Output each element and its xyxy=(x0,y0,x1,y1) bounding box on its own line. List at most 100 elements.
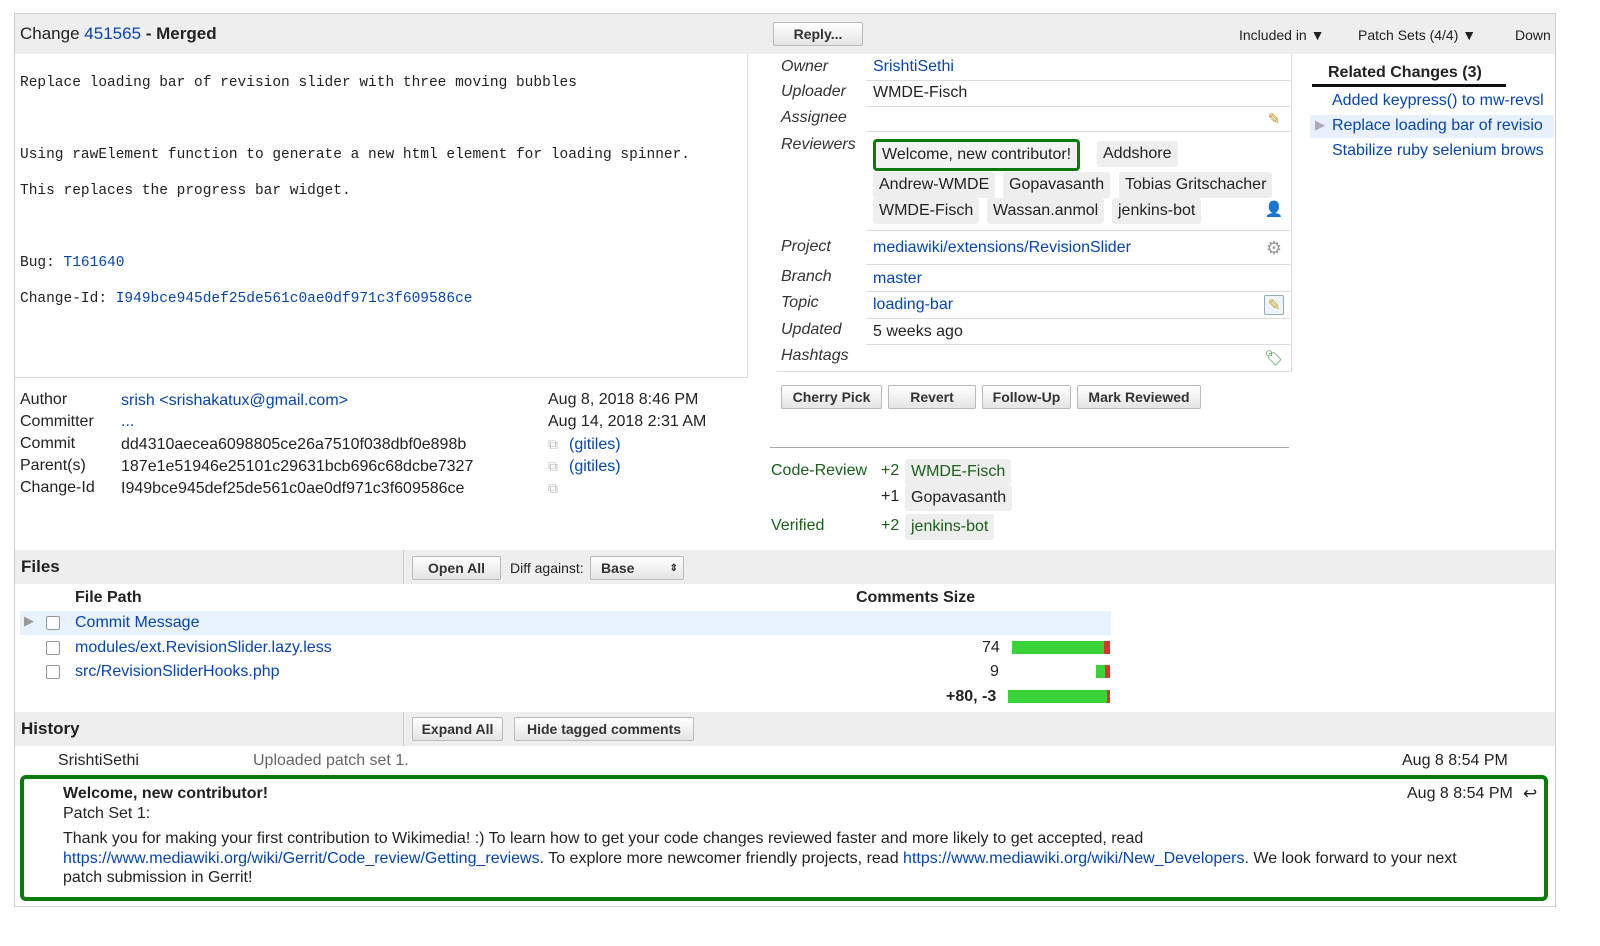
reviewed-checkbox[interactable] xyxy=(46,616,60,630)
message-text: . To explore more newcomer friendly proj… xyxy=(539,849,899,867)
divider xyxy=(403,712,404,746)
committer-date: Aug 14, 2018 2:31 AM xyxy=(548,413,707,430)
follow-up-button[interactable]: Follow-Up xyxy=(982,385,1071,409)
diff-against-value: Base xyxy=(601,560,635,576)
updated-value: 5 weeks ago xyxy=(873,323,963,340)
message-author[interactable]: SrishtiSethi xyxy=(58,752,139,770)
bug-label: Bug: xyxy=(20,255,55,271)
patch-sets-dropdown[interactable]: Patch Sets (4/4) ▼ xyxy=(1358,27,1476,43)
message-text: Thank you for making your first contribu… xyxy=(63,830,1144,847)
owner-link[interactable]: SrishtiSethi xyxy=(873,58,954,76)
parent-hash: 187e1e51946e25101c29631bcb696c68dcbe7327 xyxy=(121,458,474,475)
history-header: History xyxy=(15,712,1555,746)
reviewer-chip[interactable]: Addshore xyxy=(1097,141,1178,167)
verified-label: Verified xyxy=(771,517,825,534)
add-reviewer-icon[interactable]: 👤 xyxy=(1264,200,1284,220)
diff-against-select[interactable]: Base ⇕ xyxy=(590,556,684,580)
message-author[interactable]: Welcome, new contributor! xyxy=(63,785,268,803)
size-bar-added xyxy=(1012,641,1104,654)
file-link[interactable]: modules/ext.RevisionSlider.lazy.less xyxy=(75,639,332,657)
gitiles-link[interactable]: (gitiles) xyxy=(569,436,621,454)
vote-user-chip[interactable]: jenkins-bot xyxy=(905,514,995,540)
author-label: Author xyxy=(20,391,68,408)
reviewer-chip[interactable]: Gopavasanth xyxy=(1003,172,1111,198)
uploader-value: WMDE-Fisch xyxy=(873,84,968,101)
vote-user-chip[interactable]: WMDE-Fisch xyxy=(905,459,1012,485)
size-bar-removed xyxy=(1104,641,1110,654)
reviewer-chip[interactable]: Welcome, new contributor! xyxy=(873,139,1081,171)
message-link[interactable]: https://www.mediawiki.org/wiki/Gerrit/Co… xyxy=(63,850,540,867)
changeid-label: Change-Id: xyxy=(20,291,108,307)
author-date: Aug 8, 2018 8:46 PM xyxy=(548,391,699,408)
parents-label: Parent(s) xyxy=(20,457,86,474)
project-link[interactable]: mediawiki/extensions/RevisionSlider xyxy=(873,239,1131,257)
total-bar-removed xyxy=(1107,690,1110,703)
message-body: Thank you for making your first contribu… xyxy=(63,829,1543,888)
owner-label: Owner xyxy=(781,58,829,75)
change-number-link[interactable]: 451565 xyxy=(84,24,141,43)
commit-message: Replace loading bar of revision slider w… xyxy=(20,56,690,326)
included-in-dropdown[interactable]: Included in ▼ xyxy=(1239,27,1324,43)
copy-icon[interactable]: ⧉ xyxy=(548,480,558,497)
cherry-pick-button[interactable]: Cherry Pick xyxy=(781,385,882,409)
reviewed-checkbox[interactable] xyxy=(46,665,60,679)
hide-tagged-comments-button[interactable]: Hide tagged comments xyxy=(514,717,694,741)
files-header: Files xyxy=(15,550,1555,584)
expand-all-button[interactable]: Expand All xyxy=(412,717,503,741)
edit-topic-icon[interactable]: ✎ xyxy=(1264,295,1284,315)
related-change-link[interactable]: Stabilize ruby selenium brows xyxy=(1332,142,1544,160)
revert-button[interactable]: Revert xyxy=(888,385,976,409)
edit-assignee-icon[interactable]: ✎ xyxy=(1264,110,1284,130)
vote-score: +1 xyxy=(881,488,900,505)
commit-hash: dd4310aecea6098805ce26a7510f038dbf0e898b xyxy=(121,436,467,453)
commit-subject: Replace loading bar of revision slider w… xyxy=(20,75,577,91)
file-size: 74 xyxy=(982,639,1000,656)
add-hashtag-icon[interactable]: 🏷 xyxy=(1264,349,1284,369)
author-link[interactable]: srish <srishakatux@gmail.com> xyxy=(121,392,348,410)
message-patchset: Patch Set 1: xyxy=(63,805,151,822)
reply-arrow-icon[interactable]: ↩ xyxy=(1523,784,1537,804)
divider xyxy=(403,550,404,584)
copy-icon[interactable]: ⧉ xyxy=(548,436,558,453)
message-link[interactable]: https://www.mediawiki.org/wiki/New_Devel… xyxy=(903,850,1244,867)
related-changes-title[interactable]: Related Changes (3) xyxy=(1328,64,1482,82)
reviewer-chip[interactable]: jenkins-bot xyxy=(1112,198,1202,224)
gitiles-link[interactable]: (gitiles) xyxy=(569,458,621,476)
reply-button[interactable]: Reply... xyxy=(773,22,863,46)
vote-score: +2 xyxy=(881,462,900,479)
gear-icon[interactable]: ⚙ xyxy=(1264,238,1284,258)
file-link[interactable]: Commit Message xyxy=(75,614,199,632)
history-title: History xyxy=(21,719,80,738)
reviewer-chip[interactable]: Wassan.anmol xyxy=(987,198,1105,224)
download-dropdown[interactable]: Down xyxy=(1515,27,1551,43)
reviewer-chip[interactable]: WMDE-Fisch xyxy=(873,198,980,224)
total-size: +80, -3 xyxy=(946,688,997,705)
mark-reviewed-button[interactable]: Mark Reviewed xyxy=(1077,385,1201,409)
related-tab-underline xyxy=(1312,84,1506,87)
related-change-link[interactable]: Replace loading bar of revisio xyxy=(1332,117,1543,135)
open-all-button[interactable]: Open All xyxy=(412,556,501,580)
related-list: Added keypress() to mw-revsl Replace loa… xyxy=(1310,88,1554,168)
file-size: 9 xyxy=(990,663,999,680)
copy-icon[interactable]: ⧉ xyxy=(548,458,558,475)
message-summary[interactable]: Uploaded patch set 1. xyxy=(253,752,409,770)
related-change-link[interactable]: Added keypress() to mw-revsl xyxy=(1332,92,1544,110)
commit-label: Commit xyxy=(20,435,76,452)
reviewer-chip[interactable]: Tobias Gritschacher xyxy=(1119,172,1273,198)
branch-link[interactable]: master xyxy=(873,270,922,288)
file-link[interactable]: src/RevisionSliderHooks.php xyxy=(75,663,280,681)
committer-link[interactable]: ... xyxy=(121,413,134,431)
vote-user-chip[interactable]: Gopavasanth xyxy=(905,485,1013,511)
file-path-header: File Path xyxy=(75,589,142,606)
reviewer-chip[interactable]: Andrew-WMDE xyxy=(873,172,996,198)
size-bar-added xyxy=(1096,665,1105,678)
changeid-link[interactable]: I949bce945def25de561c0ae0df971c3f609586c… xyxy=(116,291,473,307)
reviewed-checkbox[interactable] xyxy=(46,641,60,655)
message-time: Aug 8 8:54 PM xyxy=(1407,785,1513,802)
bug-link[interactable]: T161640 xyxy=(64,255,125,271)
topic-label: Topic xyxy=(781,294,819,311)
message-text: patch submission in Gerrit! xyxy=(63,869,253,886)
hashtags-label: Hashtags xyxy=(781,347,849,364)
diff-against-label: Diff against: xyxy=(510,560,584,576)
topic-link[interactable]: loading-bar xyxy=(873,296,953,314)
